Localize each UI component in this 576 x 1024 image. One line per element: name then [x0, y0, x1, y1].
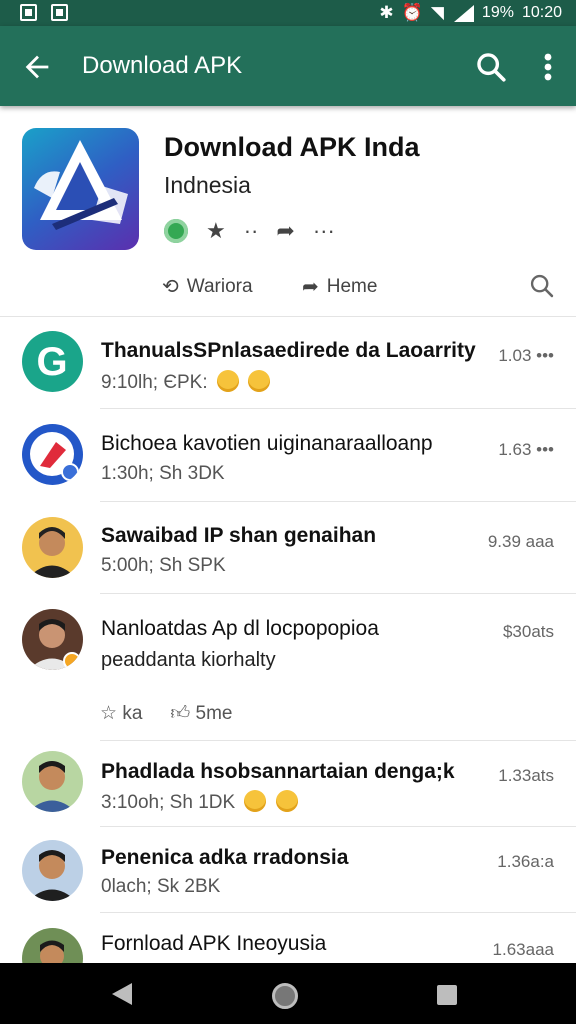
like-action[interactable]: 👍︎ 5me: [170, 702, 232, 725]
app-subtitle: Indnesia: [164, 172, 251, 198]
divider: [100, 501, 576, 502]
star-icon[interactable]: ★: [206, 218, 226, 244]
nav-home-icon[interactable]: [272, 983, 298, 1009]
list-item-meta: 3:10oh; Sh 1DK: [101, 790, 298, 814]
avatar[interactable]: [22, 751, 83, 812]
avatar[interactable]: [22, 609, 83, 670]
wifi-icon: ◥: [430, 3, 444, 22]
app-title: Download APK Inda: [164, 132, 420, 162]
divider: [100, 912, 576, 913]
action-wariora[interactable]: ⟲ Wariora: [162, 274, 253, 299]
list-item-time: 1.63 •••: [498, 440, 554, 459]
star-action[interactable]: ☆ ka: [100, 702, 142, 725]
list-item-time: 1.03 •••: [498, 346, 554, 365]
action-label: Heme: [326, 275, 378, 297]
list-item-title[interactable]: Penenica adka rradonsia: [101, 846, 348, 870]
search-icon[interactable]: [474, 50, 508, 84]
status-bar: ✱ ⏰ ◥ 19% 10:20: [0, 0, 576, 26]
notification-icon: [20, 4, 37, 21]
list-item-time: 1.63aaa: [492, 940, 554, 959]
action-heme[interactable]: ➦ Heme: [302, 274, 377, 299]
emoji-icon: [275, 790, 298, 812]
image-notification-icon: [51, 4, 68, 21]
list-item-meta: 1:30h; Sh 3DK: [101, 463, 225, 484]
emoji-icon: [244, 790, 267, 812]
divider: [100, 408, 576, 409]
list-item-title[interactable]: Bichoea kavotien uiginanaraalloanp: [101, 432, 433, 456]
list-item-title[interactable]: Nanloatdas Ap dl locpopopioa: [101, 617, 379, 641]
app-icon[interactable]: [22, 128, 139, 250]
share-icon[interactable]: ➦: [276, 218, 294, 244]
toolbar-title: Download APK: [82, 52, 243, 79]
meta-text: 3:10oh; Sh 1DK: [101, 792, 236, 813]
list-item-time: 9.39 aaa: [487, 532, 554, 551]
more-options-icon[interactable]: [538, 50, 558, 84]
list-item-meta: 9:10lh; ЄPK:: [101, 370, 271, 394]
svg-text:G: G: [36, 340, 67, 384]
list-item-time: $30ats: [502, 622, 554, 641]
emoji-icon: [248, 370, 271, 392]
row-actions: ☆ ka 👍︎ 5me: [100, 702, 233, 725]
action-label: Wariora: [186, 275, 253, 297]
list-item-title[interactable]: Fornload APK Ineoyusia: [101, 932, 326, 956]
avatar[interactable]: [22, 424, 83, 485]
divider: [100, 826, 576, 827]
nav-recents-icon[interactable]: [437, 985, 457, 1005]
list-item-title[interactable]: ThanualsSPnlasaedirede da Laoarrity: [101, 339, 476, 363]
header-actions: ⟲ Wariora ➦ Heme: [162, 270, 558, 306]
list-item-time: 1.33ats: [498, 766, 554, 785]
list-item-title[interactable]: Sawaibad IP shan genaihan: [101, 524, 376, 548]
signal-icon: [452, 4, 474, 22]
divider: [100, 593, 576, 594]
app-toolbar: Download APK: [0, 26, 576, 106]
list-item-meta: peaddanta kiorhalty: [101, 649, 276, 671]
refresh-icon: ⟲: [162, 276, 179, 298]
list-item-time: 1.36a:a: [497, 852, 554, 871]
battery-text: 19%: [481, 4, 514, 21]
dots-icon: ··: [243, 218, 259, 243]
nav-back-icon[interactable]: [112, 983, 132, 1005]
bluetooth-icon: ✱: [379, 3, 394, 22]
avatar[interactable]: [22, 840, 83, 901]
emoji-icon: [216, 370, 239, 392]
more-icon[interactable]: ···: [313, 218, 335, 244]
meta-text: 9:10lh; ЄPK:: [101, 372, 208, 393]
share-icon: ➦: [302, 276, 319, 298]
list-item-meta: 5:00h; Sh SPK: [101, 555, 226, 576]
header-icon-row: ★ ·· ➦ ···: [164, 218, 335, 244]
divider: [0, 316, 576, 317]
list-item-title[interactable]: Phadlada hsobsannartaian denga;k: [101, 760, 455, 784]
divider: [100, 740, 576, 741]
status-circle-icon: [164, 219, 188, 243]
alarm-icon: ⏰: [401, 3, 423, 22]
back-arrow-icon[interactable]: [20, 50, 54, 84]
search-icon[interactable]: [528, 272, 556, 300]
navigation-bar: [0, 963, 576, 1024]
clock: 10:20: [521, 4, 562, 21]
avatar[interactable]: [22, 517, 83, 578]
list-item-meta: 0lach; Sk 2BK: [101, 876, 221, 897]
avatar[interactable]: G: [22, 331, 83, 392]
